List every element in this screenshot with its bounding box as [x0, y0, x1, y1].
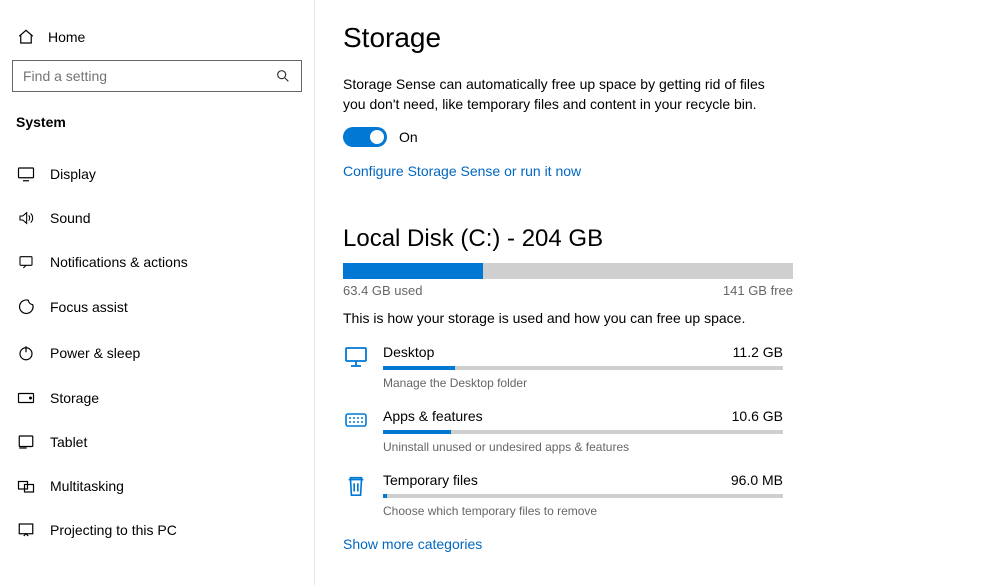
- nav-label: Multitasking: [50, 478, 124, 494]
- category-bar-fill: [383, 494, 387, 498]
- search-icon: [275, 68, 291, 84]
- category-size: 10.6 GB: [732, 408, 783, 424]
- show-more-link[interactable]: Show more categories: [343, 536, 952, 552]
- nav-label: Power & sleep: [50, 345, 140, 361]
- configure-link[interactable]: Configure Storage Sense or run it now: [343, 163, 952, 179]
- disk-usage-bar: [343, 263, 793, 279]
- nav-label: Storage: [50, 390, 99, 406]
- storage-sense-toggle-row: On: [343, 127, 952, 147]
- nav-item-power-sleep[interactable]: Power & sleep: [12, 330, 314, 376]
- disk-free-label: 141 GB free: [723, 283, 793, 298]
- disk-usage-fill: [343, 263, 483, 279]
- category-name: Apps & features: [383, 408, 483, 424]
- focus-assist-icon: [16, 298, 36, 316]
- category-label: System: [12, 110, 314, 140]
- category-bar: [383, 430, 783, 434]
- category-body: Apps & features 10.6 GB Uninstall unused…: [383, 408, 783, 454]
- category-bar-fill: [383, 430, 451, 434]
- main-content: Storage Storage Sense can automatically …: [315, 0, 982, 585]
- category-subtitle: Manage the Desktop folder: [383, 376, 783, 390]
- nav-item-focus-assist[interactable]: Focus assist: [12, 284, 314, 330]
- storage-icon: [16, 391, 36, 405]
- category-subtitle: Choose which temporary files to remove: [383, 504, 783, 518]
- storage-sense-toggle[interactable]: [343, 127, 387, 147]
- apps-icon: [343, 408, 369, 430]
- multitasking-icon: [16, 478, 36, 494]
- category-desktop[interactable]: Desktop 11.2 GB Manage the Desktop folde…: [343, 344, 952, 390]
- category-name: Temporary files: [383, 472, 478, 488]
- nav-item-tablet[interactable]: Tablet: [12, 420, 314, 464]
- category-temporary-files[interactable]: Temporary files 96.0 MB Choose which tem…: [343, 472, 952, 518]
- home-button[interactable]: Home: [12, 20, 314, 60]
- page-title: Storage: [343, 22, 952, 54]
- storage-sense-description: Storage Sense can automatically free up …: [343, 74, 773, 115]
- desktop-icon: [343, 344, 369, 368]
- nav-list: Display Sound Notifications & actions Fo…: [12, 152, 314, 552]
- home-label: Home: [48, 29, 85, 45]
- category-bar-fill: [383, 366, 455, 370]
- category-name: Desktop: [383, 344, 434, 360]
- disk-used-label: 63.4 GB used: [343, 283, 423, 298]
- nav-label: Focus assist: [50, 299, 128, 315]
- nav-item-multitasking[interactable]: Multitasking: [12, 464, 314, 508]
- category-apps-features[interactable]: Apps & features 10.6 GB Uninstall unused…: [343, 408, 952, 454]
- search-input[interactable]: [23, 68, 275, 84]
- disk-stats: 63.4 GB used 141 GB free: [343, 283, 793, 298]
- display-icon: [16, 166, 36, 182]
- disk-description: This is how your storage is used and how…: [343, 310, 952, 326]
- sidebar: Home System Display Sound Noti: [0, 0, 315, 585]
- nav-label: Tablet: [50, 434, 87, 450]
- category-body: Desktop 11.2 GB Manage the Desktop folde…: [383, 344, 783, 390]
- tablet-icon: [16, 434, 36, 450]
- nav-item-projecting[interactable]: Projecting to this PC: [12, 508, 314, 552]
- category-subtitle: Uninstall unused or undesired apps & fea…: [383, 440, 783, 454]
- search-box[interactable]: [12, 60, 302, 92]
- home-icon: [16, 28, 36, 46]
- nav-label: Projecting to this PC: [50, 522, 177, 538]
- category-size: 11.2 GB: [733, 344, 783, 360]
- category-bar: [383, 366, 783, 370]
- toggle-knob: [370, 130, 384, 144]
- category-size: 96.0 MB: [731, 472, 783, 488]
- nav-label: Notifications & actions: [50, 254, 188, 270]
- nav-item-display[interactable]: Display: [12, 152, 314, 196]
- nav-item-storage[interactable]: Storage: [12, 376, 314, 420]
- power-icon: [16, 344, 36, 362]
- nav-item-notifications[interactable]: Notifications & actions: [12, 240, 314, 284]
- projecting-icon: [16, 522, 36, 538]
- trash-icon: [343, 472, 369, 498]
- sound-icon: [16, 210, 36, 226]
- notifications-icon: [16, 254, 36, 270]
- category-body: Temporary files 96.0 MB Choose which tem…: [383, 472, 783, 518]
- toggle-label: On: [399, 129, 418, 145]
- category-bar: [383, 494, 783, 498]
- nav-label: Display: [50, 166, 96, 182]
- disk-title: Local Disk (C:) - 204 GB: [343, 225, 952, 253]
- nav-label: Sound: [50, 210, 90, 226]
- nav-item-sound[interactable]: Sound: [12, 196, 314, 240]
